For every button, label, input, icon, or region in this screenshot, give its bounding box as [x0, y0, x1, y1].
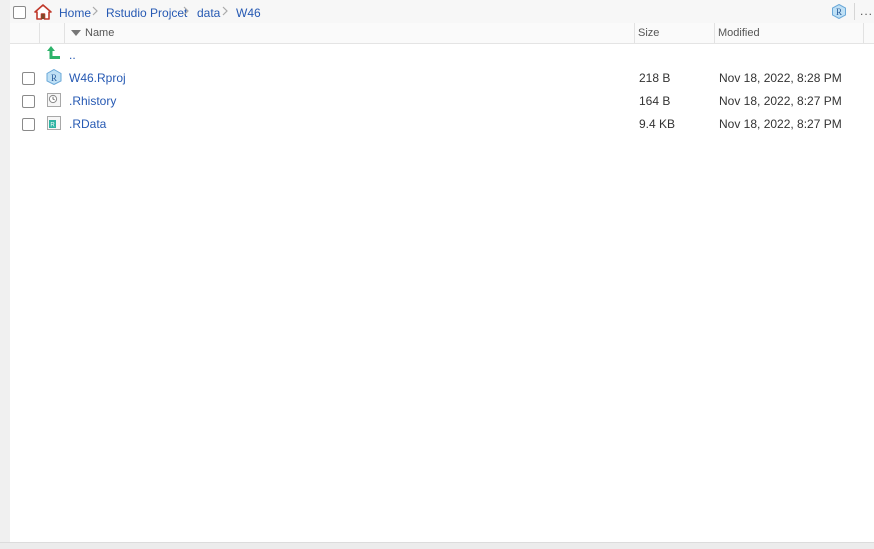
- up-arrow-icon: [47, 46, 60, 59]
- rproject-icon[interactable]: R: [832, 4, 846, 19]
- rhistory-icon: [47, 93, 61, 107]
- left-edge: [0, 0, 10, 548]
- home-icon[interactable]: [34, 4, 52, 20]
- breadcrumb-data[interactable]: data: [197, 6, 220, 20]
- row-checkbox[interactable]: [22, 95, 35, 108]
- chevron-right-icon: [183, 6, 189, 16]
- row-checkbox[interactable]: [22, 118, 35, 131]
- svg-text:R: R: [50, 123, 55, 129]
- sort-desc-icon: [71, 30, 81, 36]
- column-modified-header[interactable]: Modified: [718, 27, 760, 39]
- rdata-icon: R: [47, 116, 61, 130]
- breadcrumb-w46[interactable]: W46: [236, 6, 261, 20]
- chevron-right-icon: [92, 6, 98, 16]
- file-size: 9.4 KB: [639, 117, 676, 131]
- file-modified: Nov 18, 2022, 8:28 PM: [719, 71, 842, 85]
- file-size: 164 B: [639, 94, 671, 108]
- more-button[interactable]: ...: [860, 4, 873, 18]
- file-modified: Nov 18, 2022, 8:27 PM: [719, 117, 842, 131]
- file-list-header: Name Size Modified: [10, 23, 874, 44]
- parent-directory-row[interactable]: ..: [10, 43, 874, 66]
- table-row[interactable]: R .RData 9.4 KB Nov 18, 2022, 8:27 PM: [10, 112, 874, 135]
- file-name-link[interactable]: .RData: [69, 117, 106, 131]
- file-modified: Nov 18, 2022, 8:27 PM: [719, 94, 842, 108]
- breadcrumb-home[interactable]: Home: [59, 6, 91, 20]
- table-row[interactable]: .Rhistory 164 B Nov 18, 2022, 8:27 PM: [10, 89, 874, 112]
- file-size: 218 B: [639, 71, 671, 85]
- svg-text:R: R: [836, 7, 842, 17]
- row-checkbox[interactable]: [22, 72, 35, 85]
- rproj-icon: R: [46, 69, 62, 85]
- parent-directory-link[interactable]: ..: [69, 48, 76, 62]
- breadcrumb-project[interactable]: Rstudio Projcet: [106, 6, 187, 20]
- toolbar-divider: [854, 3, 855, 20]
- files-pane: Home Rstudio Projcet data W46 R ... Name…: [10, 0, 874, 543]
- column-name-header[interactable]: Name: [85, 27, 114, 39]
- breadcrumb: Home Rstudio Projcet data W46 R ...: [10, 0, 874, 24]
- select-all-checkbox[interactable]: [13, 6, 26, 19]
- file-name-link[interactable]: W46.Rproj: [69, 71, 126, 85]
- svg-text:R: R: [51, 73, 57, 83]
- chevron-right-icon: [222, 6, 228, 16]
- column-size-header[interactable]: Size: [638, 27, 659, 39]
- table-row[interactable]: R W46.Rproj 218 B Nov 18, 2022, 8:28 PM: [10, 66, 874, 89]
- file-name-link[interactable]: .Rhistory: [69, 94, 116, 108]
